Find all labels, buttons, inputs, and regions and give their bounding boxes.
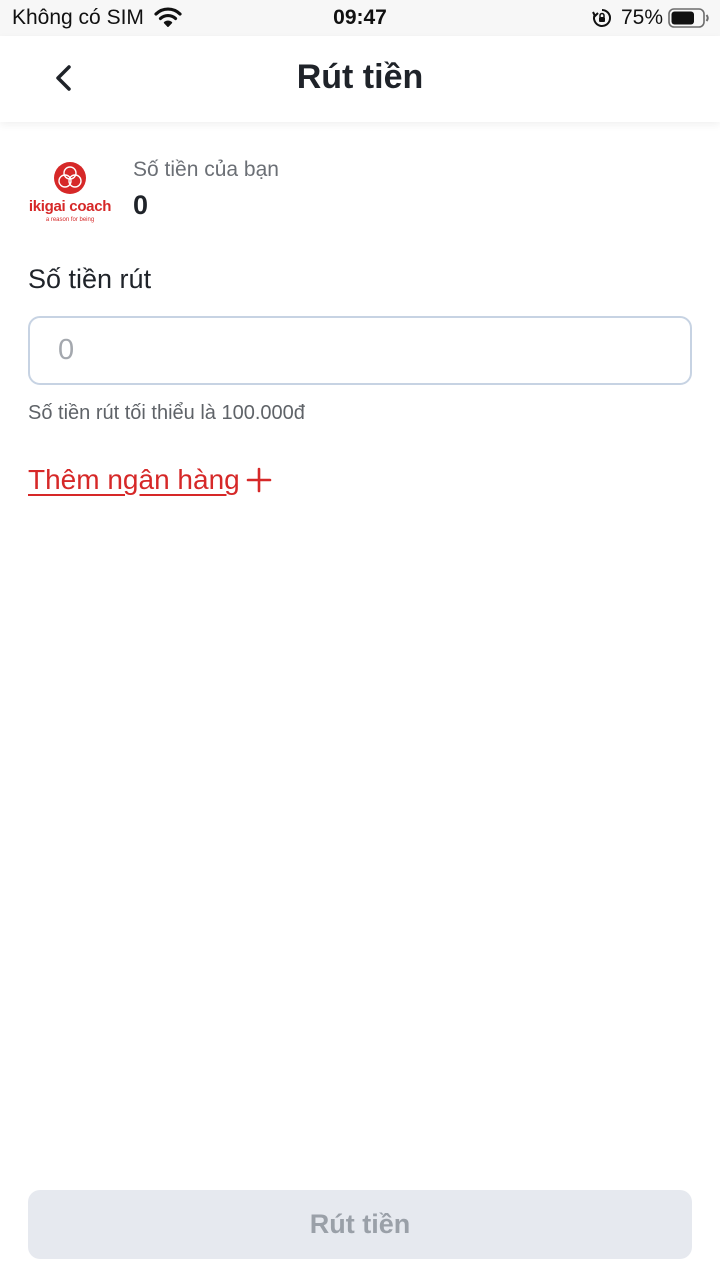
- add-bank-link[interactable]: Thêm ngân hàng: [28, 460, 272, 500]
- status-bar: Không có SIM 09:47 75%: [0, 0, 720, 36]
- battery-percent: 75%: [621, 6, 664, 29]
- withdraw-amount-input[interactable]: [28, 316, 692, 385]
- plus-icon: [246, 467, 272, 493]
- balance-value: 0: [133, 190, 149, 220]
- battery-icon: [668, 8, 710, 33]
- add-bank-label: Thêm ngân hàng: [28, 464, 240, 495]
- page-title: Rút tiền: [296, 58, 424, 96]
- withdraw-submit-button[interactable]: Rút tiền: [28, 1190, 692, 1259]
- header-bar: Rút tiền: [0, 36, 720, 122]
- withdraw-amount-label: Số tiền rút: [28, 264, 152, 294]
- balance-card: ikigai coach a reason for being Số tiền …: [28, 150, 692, 230]
- minimum-amount-hint: Số tiền rút tối thiểu là 100.000đ: [28, 402, 305, 424]
- clock: 09:47: [333, 6, 387, 29]
- brand-logo: ikigai coach a reason for being: [28, 160, 112, 224]
- balance-label: Số tiền của bạn: [133, 158, 279, 181]
- ikigai-logo-icon: [54, 162, 86, 194]
- logo-wordmark: ikigai coach: [28, 198, 112, 215]
- logo-tagline: a reason for being: [45, 217, 95, 223]
- rotation-lock-icon: [592, 8, 612, 33]
